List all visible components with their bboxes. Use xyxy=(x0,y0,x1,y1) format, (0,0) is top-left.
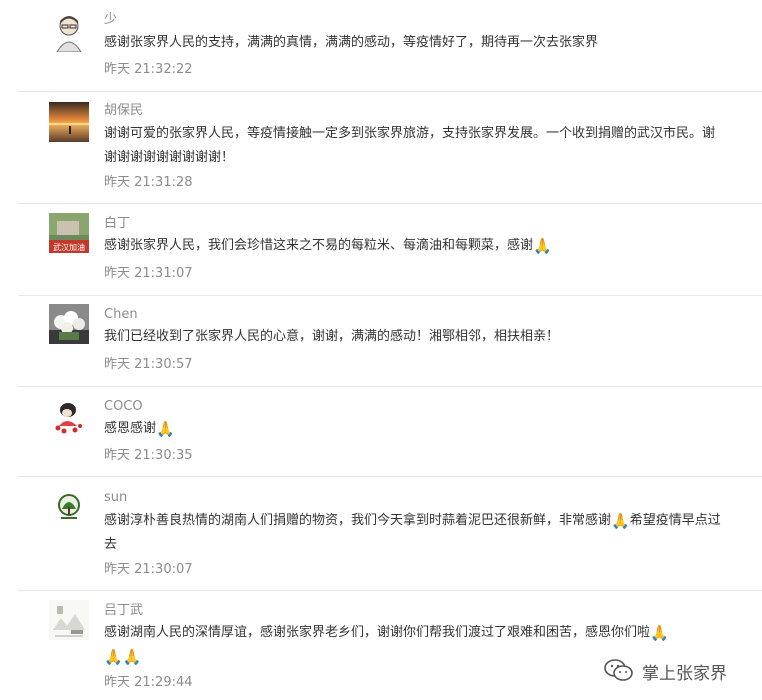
comment-text-body: 感谢淳朴善良热情的湖南人们捐赠的物资，我们今天拿到时蒜着泥巴还很新鲜，非常感谢 xyxy=(104,513,612,528)
comment-text-body: 感谢湖南人民的深情厚谊，感谢张家界老乡们，谢谢你们帮我们渡过了艰难和困苦，感恩你… xyxy=(104,625,651,640)
avatar[interactable] xyxy=(49,487,89,527)
avatar[interactable]: 武汉加油 xyxy=(49,213,89,253)
comment-text-body: 感恩感谢 xyxy=(104,421,157,436)
comment-author[interactable]: 白丁 xyxy=(104,215,130,233)
pray-hands-emoji: 🙏 xyxy=(611,512,630,530)
comment-time: 昨天 21:30:35 xyxy=(104,448,193,463)
comment-text: 谢谢可爱的张家界人民，等疫情接触一定多到张家界旅游，支持张家界发展。一个收到捐赠… xyxy=(104,126,716,165)
comment-author[interactable]: 少 xyxy=(104,11,117,29)
wechat-logo-icon xyxy=(604,659,633,681)
divider xyxy=(18,476,762,477)
watermark: 掌上张家界 xyxy=(604,655,727,687)
comment-author[interactable]: Chen xyxy=(104,306,138,324)
avatar[interactable] xyxy=(49,304,89,344)
comment-author[interactable]: sun xyxy=(104,489,127,507)
avatar-caption: 武汉加油 xyxy=(53,242,85,252)
divider xyxy=(18,295,762,296)
pray-hands-emoji: 🙏 xyxy=(650,624,669,642)
avatar[interactable] xyxy=(49,396,89,436)
comment-text: 感谢张家界人民，我们会珍惜这来之不易的每粒米、每滴油和每颗菜，感谢🙏 xyxy=(104,234,734,258)
avatar[interactable] xyxy=(49,102,89,142)
divider xyxy=(18,91,762,92)
comment-text: 我们已经收到了张家界人民的心意，谢谢，满满的感动！湘鄂相邻，相扶相亲！ xyxy=(104,329,560,344)
comment-text: 感谢淳朴善良热情的湖南人们捐赠的物资，我们今天拿到时蒜着泥巴还很新鲜，非常感谢🙏… xyxy=(104,509,729,557)
comment-time: 昨天 21:32:22 xyxy=(104,62,193,77)
divider xyxy=(18,386,762,387)
comment-list: 少 感谢张家界人民的支持，满满的真情，满满的感动，等疫情好了，期待再一次去张家界… xyxy=(0,0,762,700)
comment-text: 感谢张家界人民的支持，满满的真情，满满的感动，等疫情好了，期待再一次去张家界 xyxy=(104,35,599,50)
comment-time: 昨天 21:30:07 xyxy=(104,562,193,577)
comment-text-body: 感谢张家界人民，我们会珍惜这来之不易的每粒米、每滴油和每颗菜，感谢 xyxy=(104,238,534,253)
comment-author[interactable]: 胡保民 xyxy=(104,102,143,120)
comment-text: 感恩感谢🙏 xyxy=(104,417,734,441)
divider xyxy=(18,590,762,591)
divider xyxy=(18,203,762,204)
comment-time: 昨天 21:31:28 xyxy=(104,175,193,190)
comment-time: 昨天 21:31:07 xyxy=(104,266,193,281)
comment-author[interactable]: COCO xyxy=(104,398,143,416)
comment-time: 昨天 21:29:44 xyxy=(104,675,193,690)
comment-author[interactable]: 吕丁武 xyxy=(104,602,143,620)
comment-time: 昨天 21:30:57 xyxy=(104,357,193,372)
pray-hands-emoji: 🙏 xyxy=(104,648,123,666)
pray-hands-emoji: 🙏 xyxy=(156,420,175,438)
avatar[interactable] xyxy=(49,600,89,640)
pray-hands-emoji: 🙏 xyxy=(122,648,142,666)
pray-hands-emoji: 🙏 xyxy=(533,237,552,255)
watermark-text: 掌上张家界 xyxy=(642,663,727,684)
avatar[interactable] xyxy=(49,12,89,52)
